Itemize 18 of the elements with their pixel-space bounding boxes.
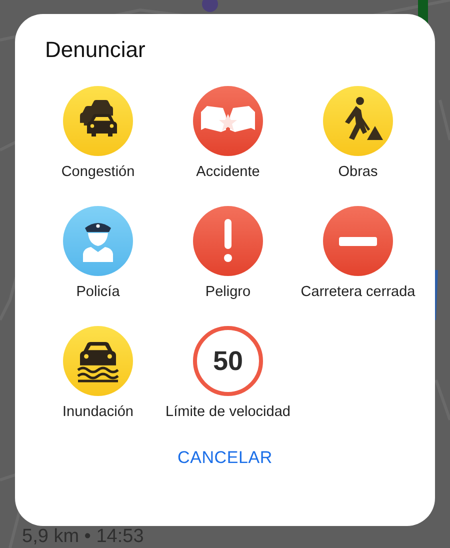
- report-label[interactable]: Policía: [33, 284, 163, 301]
- report-label[interactable]: Congestión: [33, 164, 163, 181]
- report-label[interactable]: Límite de velocidad: [163, 404, 293, 421]
- report-label[interactable]: Peligro: [163, 284, 293, 301]
- report-label[interactable]: Inundación: [33, 404, 163, 421]
- flooded-car-icon[interactable]: [63, 326, 133, 396]
- cancel-button[interactable]: CANCELAR: [168, 442, 282, 474]
- speed-sign-icon[interactable]: [193, 326, 263, 396]
- exclamation-icon[interactable]: [193, 206, 263, 276]
- report-label[interactable]: Carretera cerrada: [293, 284, 423, 301]
- minus-icon[interactable]: [323, 206, 393, 276]
- cars-icon[interactable]: [63, 86, 133, 156]
- report-label[interactable]: Accidente: [163, 164, 293, 181]
- speed-value: 50: [212, 346, 244, 376]
- report-label[interactable]: Obras: [293, 164, 423, 181]
- worker-icon[interactable]: [323, 86, 393, 156]
- dialog-title: Denunciar: [44, 36, 146, 64]
- police-officer-icon[interactable]: [63, 206, 133, 276]
